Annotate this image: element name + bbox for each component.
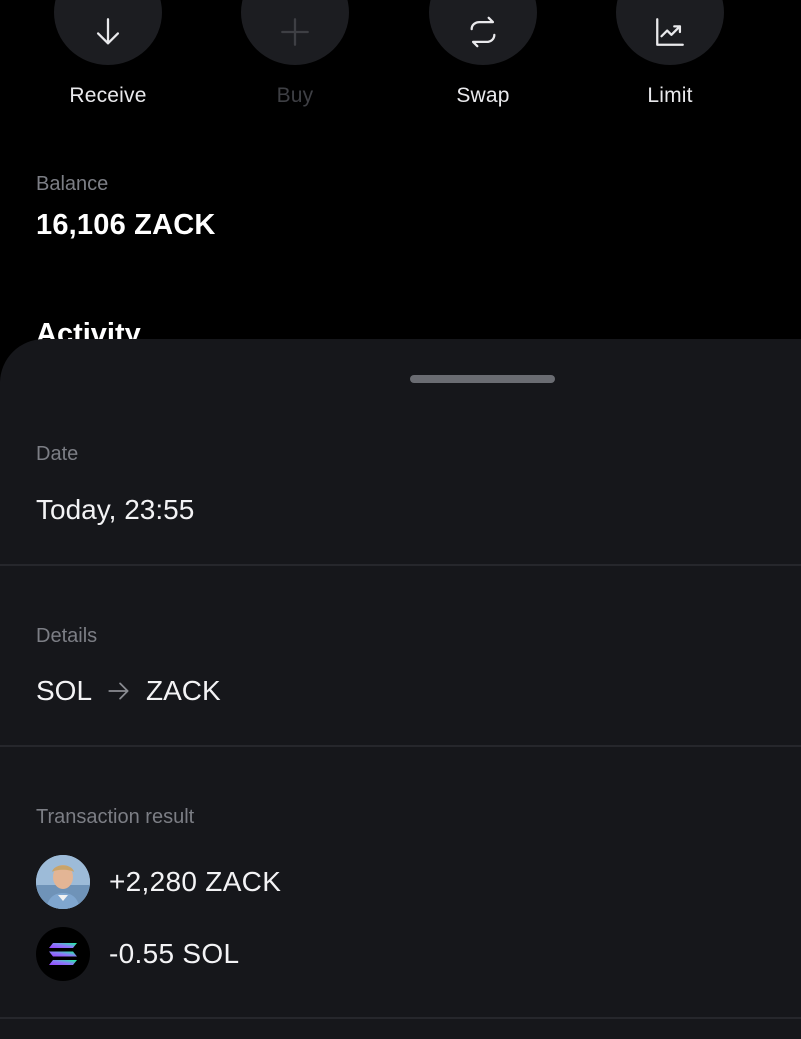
- chart-up-icon: [656, 17, 684, 46]
- balance-label: Balance: [36, 173, 109, 195]
- quick-actions: Receive Buy Swap Limit: [0, 0, 801, 120]
- receive-circle: [54, 0, 162, 65]
- result-sol-amount: -0.55 SOL: [109, 938, 240, 969]
- plus-icon: [281, 17, 309, 46]
- result-row-sol: -0.55 SOL: [36, 927, 239, 981]
- details-to-token: ZACK: [146, 675, 221, 706]
- result-label: Transaction result: [36, 806, 195, 828]
- buy-circle: [241, 0, 349, 65]
- zack-avatar: [36, 855, 90, 909]
- arrow-down-icon: [96, 17, 120, 44]
- balance-value: 16,106 ZACK: [36, 209, 216, 241]
- date-label: Date: [36, 443, 79, 465]
- details-from-token: SOL: [36, 675, 93, 706]
- swap-button[interactable]: Swap: [413, 0, 553, 120]
- receive-label: Receive: [69, 84, 147, 107]
- swap-circle: [429, 0, 537, 65]
- divider: [0, 564, 801, 566]
- receive-button[interactable]: Receive: [38, 0, 178, 120]
- arrow-right-icon: [108, 682, 129, 700]
- details-value: SOL ZACK: [36, 675, 221, 707]
- limit-circle: [616, 0, 724, 65]
- date-value: Today, 23:55: [36, 494, 195, 525]
- sheet-grabber[interactable]: [410, 375, 555, 383]
- limit-label: Limit: [647, 84, 693, 107]
- result-row-zack: +2,280 ZACK: [36, 855, 281, 909]
- divider: [0, 745, 801, 747]
- solana-logo-icon: [36, 927, 90, 981]
- result-zack-amount: +2,280 ZACK: [109, 866, 282, 897]
- swap-label: Swap: [456, 84, 510, 107]
- buy-button[interactable]: Buy: [225, 0, 365, 120]
- limit-button[interactable]: Limit: [600, 0, 740, 120]
- swap-icon: [470, 16, 496, 47]
- divider: [0, 1017, 801, 1019]
- buy-label: Buy: [276, 84, 314, 107]
- details-label: Details: [36, 625, 98, 647]
- transaction-sheet: Date Today, 23:55 Details SOL ZACK Trans…: [0, 339, 801, 1039]
